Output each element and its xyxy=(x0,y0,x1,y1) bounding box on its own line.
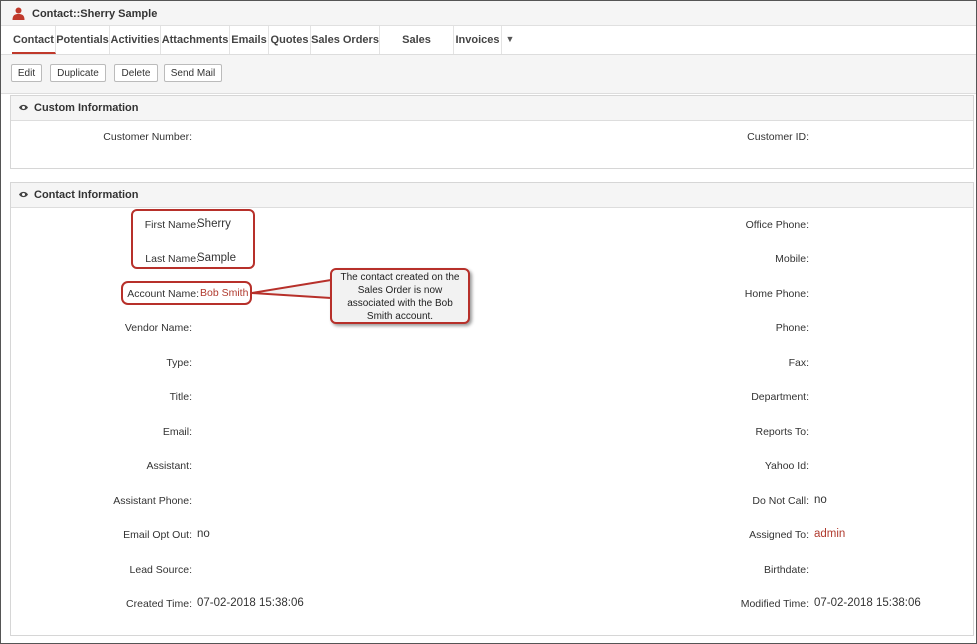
birthdate-label: Birthdate: xyxy=(764,564,809,576)
annotation-callout: The contact created on the Sales Order i… xyxy=(330,268,470,324)
email-opt-out-value: no xyxy=(197,528,210,540)
custom-information-header[interactable]: Custom Information xyxy=(11,96,973,121)
duplicate-button[interactable]: Duplicate xyxy=(50,64,106,82)
panel-title: Contact Information xyxy=(34,189,139,201)
action-toolbar: Edit Duplicate Delete Send Mail xyxy=(1,55,976,94)
send-mail-button[interactable]: Send Mail xyxy=(164,64,222,82)
yahoo-id-label: Yahoo Id: xyxy=(764,460,809,472)
callout-line: Smith account. xyxy=(366,311,434,322)
record-header: Contact::Sherry Sample xyxy=(1,1,976,26)
tab-attachments[interactable]: Attachments xyxy=(161,26,230,54)
created-time-label: Created Time: xyxy=(126,598,192,610)
assigned-to-label: Assigned To: xyxy=(749,529,809,541)
tab-invoices[interactable]: Invoices xyxy=(454,26,502,54)
callout-line: associated with the Bob xyxy=(347,298,453,309)
modified-time-value: 07-02-2018 15:38:06 xyxy=(814,597,921,609)
department-label: Department: xyxy=(751,391,809,403)
tab-activities[interactable]: Activities xyxy=(110,26,161,54)
tab-sales-orders[interactable]: Sales Orders xyxy=(311,26,380,54)
tab-contact[interactable]: Contact xyxy=(12,26,56,54)
vendor-name-label: Vendor Name: xyxy=(124,322,192,334)
do-not-call-value: no xyxy=(814,494,827,506)
page-title: Contact::Sherry Sample xyxy=(32,8,158,20)
delete-button[interactable]: Delete xyxy=(114,64,158,82)
edit-button[interactable]: Edit xyxy=(11,64,42,82)
eye-icon xyxy=(19,191,28,198)
customer-id-label: Customer ID: xyxy=(747,131,809,143)
email-opt-out-label: Email Opt Out: xyxy=(123,529,192,541)
assistant-label: Assistant: xyxy=(146,460,192,472)
tab-sales-returns[interactable]: Sales Returns xyxy=(380,26,454,74)
eye-icon xyxy=(19,104,28,111)
assigned-to-link[interactable]: admin xyxy=(814,528,845,540)
assistant-phone-label: Assistant Phone: xyxy=(113,495,192,507)
do-not-call-label: Do Not Call: xyxy=(752,495,809,507)
mobile-label: Mobile: xyxy=(775,253,809,265)
title-label: Title: xyxy=(169,391,192,403)
type-label: Type: xyxy=(166,357,192,369)
callout-line: Sales Order is now xyxy=(357,285,443,296)
callout-pointer xyxy=(251,279,332,299)
panel-title: Custom Information xyxy=(34,102,139,114)
fax-label: Fax: xyxy=(788,357,809,369)
name-highlight-box xyxy=(131,209,255,269)
account-highlight-box xyxy=(121,281,252,305)
email-label: Email: xyxy=(162,426,192,438)
contact-information-header[interactable]: Contact Information xyxy=(11,183,973,208)
more-tabs-dropdown-icon[interactable]: ▼ xyxy=(502,26,518,54)
created-time-value: 07-02-2018 15:38:06 xyxy=(197,597,304,609)
callout-line: The contact created on the xyxy=(340,272,460,283)
lead-source-label: Lead Source: xyxy=(129,564,192,576)
tab-emails[interactable]: Emails xyxy=(230,26,269,54)
modified-time-label: Modified Time: xyxy=(740,598,809,610)
reports-to-label: Reports To: xyxy=(755,426,810,438)
customer-number-label: Customer Number: xyxy=(103,131,192,143)
custom-information-panel: Custom Information Customer Number: Cust… xyxy=(10,95,974,169)
home-phone-label: Home Phone: xyxy=(744,288,809,300)
tab-potentials[interactable]: Potentials xyxy=(56,26,110,54)
phone-label: Phone: xyxy=(775,322,809,334)
office-phone-label: Office Phone: xyxy=(745,219,809,231)
related-tabs: Contact Potentials Activities Attachment… xyxy=(1,26,976,74)
person-icon xyxy=(12,7,25,20)
tab-quotes[interactable]: Quotes xyxy=(269,26,311,54)
